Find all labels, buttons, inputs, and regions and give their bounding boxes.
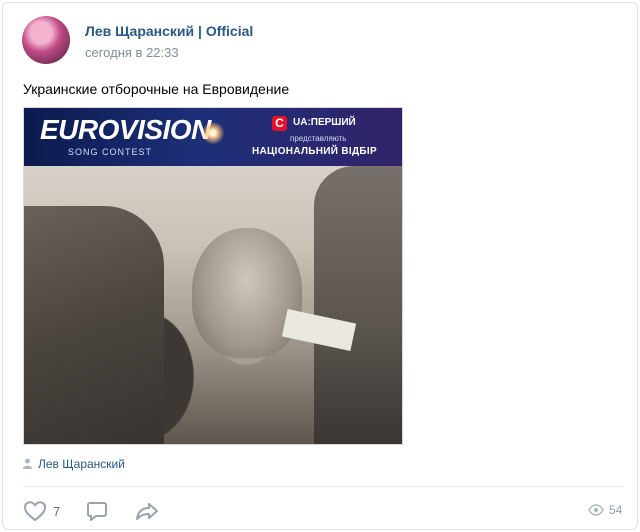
channel-logo: C xyxy=(272,116,287,131)
post-image[interactable]: EUROVISION SONG CONTEST C UA:ПЕРШИЙ пред… xyxy=(23,107,403,445)
comment-icon xyxy=(87,502,107,521)
eurovision-subtitle: SONG CONTEST xyxy=(68,147,153,157)
vintage-photo xyxy=(24,166,402,444)
eye-icon xyxy=(588,504,604,516)
photo-man-left xyxy=(24,206,164,444)
user-icon xyxy=(23,458,32,469)
divider xyxy=(23,486,623,487)
like-count: 7 xyxy=(53,503,61,519)
share-button[interactable] xyxy=(135,500,159,522)
source-link[interactable]: Лев Щаранский xyxy=(38,457,125,471)
post-author[interactable]: Лев Щаранский | Official xyxy=(85,23,253,39)
presents-text: представляють xyxy=(290,134,347,143)
avatar[interactable] xyxy=(22,16,70,64)
photo-man-right xyxy=(314,166,402,444)
post-card: Лев Щаранский | Official сегодня в 22:33… xyxy=(2,2,638,530)
photo-old-man-face xyxy=(192,228,302,358)
channel-name: UA:ПЕРШИЙ xyxy=(293,117,356,128)
share-icon xyxy=(136,503,158,520)
post-time[interactable]: сегодня в 22:33 xyxy=(85,45,179,60)
views-counter: 54 xyxy=(588,503,622,517)
eurovision-banner: EUROVISION SONG CONTEST C UA:ПЕРШИЙ пред… xyxy=(24,108,402,166)
comment-button[interactable] xyxy=(86,500,108,522)
post-text: Украинские отборочные на Евровидение xyxy=(23,81,290,97)
heart-icon xyxy=(23,501,47,522)
views-count: 54 xyxy=(609,503,623,517)
light-flare xyxy=(202,122,224,144)
like-button[interactable]: 7 xyxy=(23,500,60,522)
eurovision-logo: EUROVISION xyxy=(40,114,211,145)
national-selection-text: НАЦІОНАЛЬНИЙ ВІДБІР xyxy=(252,146,377,157)
